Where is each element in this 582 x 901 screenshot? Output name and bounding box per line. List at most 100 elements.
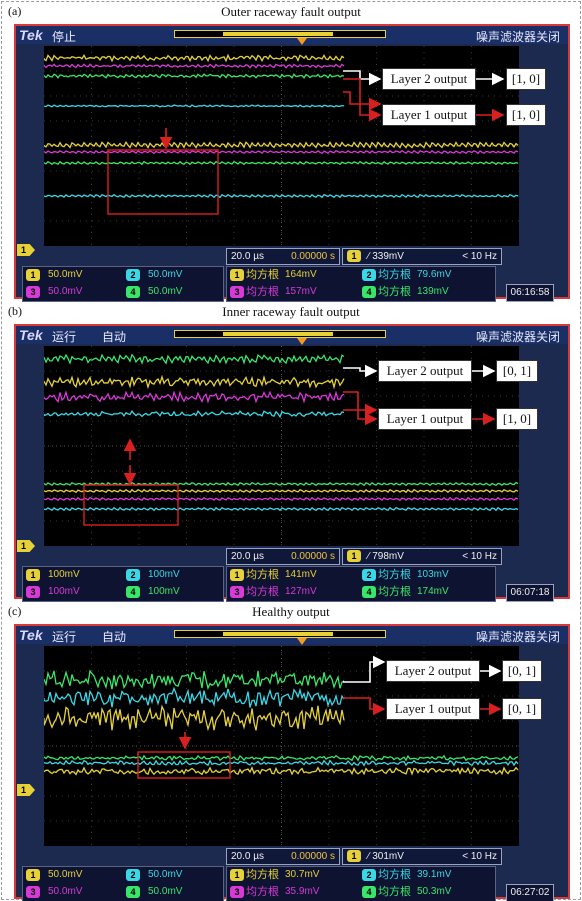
layer1-output-label: Layer 1 output: [386, 698, 480, 720]
waveform-trace: [44, 686, 345, 708]
channel-scale-value: 100mV: [148, 586, 180, 597]
trigger-position-icon: [297, 638, 307, 645]
channel-scale-value: 50.0mV: [148, 269, 183, 280]
channel-badge: 4: [362, 586, 376, 598]
waveform-trace: [44, 193, 519, 199]
measurement-value: 174mV: [417, 586, 449, 597]
noise-filter-status: 噪声滤波器关闭: [475, 630, 560, 644]
timebase-row: 20.0 µs 0.00000 s 1 ∕ 339mV < 10 Hz: [20, 248, 564, 266]
timebase-row: 20.0 µs 0.00000 s 1 ∕ 301mV < 10 Hz: [20, 848, 564, 866]
channel-badge: 2: [362, 269, 376, 281]
measurement-2: 2 均方根 103mV: [362, 567, 449, 583]
waveform-trace: [44, 353, 345, 365]
ground-marker-icon: 1: [17, 784, 35, 796]
channel-badge: 1: [26, 269, 40, 281]
measurement-label: 均方根: [246, 568, 279, 581]
run-state: 运行: [52, 330, 77, 344]
trigger-position: 0.00000 s: [291, 551, 335, 562]
measurement-label: 均方根: [246, 585, 279, 598]
measurement-label: 均方根: [246, 285, 279, 298]
waveform-trace: [44, 390, 345, 404]
measurement-value: 157mV: [285, 286, 317, 297]
run-state: 停止: [52, 30, 77, 44]
waveform-trace: [44, 669, 345, 690]
waveform-trace: [44, 754, 519, 762]
channel-scale-value: 50.0mV: [148, 286, 183, 297]
record-length-bar: [174, 630, 386, 638]
brand-logo: Tek: [19, 627, 43, 643]
channel-scale-1: 1 50.0mV: [26, 867, 82, 883]
measurement-4: 4 均方根 139mV: [362, 284, 449, 300]
waveform-trace: [44, 410, 345, 419]
measurement-label: 均方根: [378, 868, 411, 881]
channel-badge: 4: [126, 286, 140, 298]
channel-badge: 2: [362, 869, 376, 881]
trigger-frequency: < 10 Hz: [462, 851, 497, 862]
channel-badge: 1: [230, 569, 244, 581]
scope-top-bar: Tek 运行 自动 噪声滤波器关闭: [16, 626, 568, 645]
panel-c: (c) Healthy output Tek 运行 自动 噪声滤波器关闭 1 2…: [0, 600, 582, 901]
channel-badge: 2: [362, 569, 376, 581]
noise-filter-status: 噪声滤波器关闭: [475, 30, 560, 44]
channel-scale-2: 2 50.0mV: [126, 267, 182, 283]
channel-badge: 1: [230, 269, 244, 281]
run-mode: 自动: [102, 630, 127, 644]
oscilloscope-screen: Tek 运行 自动 噪声滤波器关闭 1 20.0 µs 0.00000 s 1 …: [14, 324, 570, 602]
waveform-trace: [44, 141, 519, 149]
trigger-frequency: < 10 Hz: [462, 251, 497, 262]
trigger-level: ∕ 301mV: [367, 851, 404, 862]
layer2-output-label: Layer 2 output: [382, 68, 476, 90]
channel-badge: 2: [126, 269, 140, 281]
channel-badge: 4: [126, 586, 140, 598]
trigger-position-icon: [297, 38, 307, 45]
waveform-trace: [44, 160, 519, 166]
measurement-1: 1 均方根 141mV: [230, 567, 317, 583]
measurement-label: 均方根: [378, 585, 411, 598]
measurement-value: 103mV: [417, 569, 449, 580]
timebase-box: 20.0 µs 0.00000 s: [226, 848, 340, 865]
channel-badge: 3: [230, 286, 244, 298]
timebase-row: 20.0 µs 0.00000 s 1 ∕ 798mV < 10 Hz: [20, 548, 564, 566]
timebase-box: 20.0 µs 0.00000 s: [226, 248, 340, 265]
channel-scale-3: 3 50.0mV: [26, 284, 82, 300]
timebase: 20.0 µs: [231, 251, 265, 262]
channel-scale-4: 4 100mV: [126, 584, 180, 600]
measurement-label: 均方根: [378, 285, 411, 298]
channel-badge: 3: [26, 286, 40, 298]
layer2-output-label: Layer 2 output: [378, 360, 472, 382]
channel-scale-value: 50.0mV: [48, 886, 83, 897]
scope-top-bar: Tek 停止 噪声滤波器关闭: [16, 26, 568, 45]
trigger-box: 1 ∕ 301mV < 10 Hz: [342, 848, 502, 865]
channel-measurements: 1 50.0mV 2 50.0mV 3 50.0mV 4 50.0mV 1 均方根 30.7mV 2 均…: [22, 866, 562, 901]
panel-header: (b) Inner raceway fault output: [0, 300, 582, 322]
channel-badge: 4: [126, 886, 140, 898]
oscilloscope-screen: Tek 运行 自动 噪声滤波器关闭 1 20.0 µs 0.00000 s 1 …: [14, 624, 570, 901]
measurement-label: 均方根: [378, 568, 411, 581]
channel-scale-1: 1 100mV: [26, 567, 80, 583]
channel-scale-value: 50.0mV: [48, 286, 83, 297]
channel-scale-4: 4 50.0mV: [126, 884, 182, 900]
layer1-output-label: Layer 1 output: [382, 104, 476, 126]
channel-badge: 3: [26, 886, 40, 898]
panel-header: (a) Outer raceway fault output: [0, 0, 582, 22]
channel-measurements: 1 50.0mV 2 50.0mV 3 50.0mV 4 50.0mV 1 均方根 164mV 2 均方…: [22, 266, 562, 302]
clock: 06:27:02: [506, 884, 554, 901]
waveform-trace: [44, 488, 519, 494]
channel-scale-3: 3 50.0mV: [26, 884, 82, 900]
layer1-result: [1, 0]: [506, 104, 546, 126]
channel-scale-4: 4 50.0mV: [126, 284, 182, 300]
waveform-trace: [44, 104, 345, 108]
channel-badge: 3: [26, 586, 40, 598]
panel-b: (b) Inner raceway fault output Tek 运行 自动…: [0, 300, 582, 602]
channel-scale-2: 2 100mV: [126, 567, 180, 583]
measurement-value: 50.3mV: [417, 886, 452, 897]
channel-measurements: 1 100mV 2 100mV 3 100mV 4 100mV 1 均方根 141mV 2 均方根 103…: [22, 566, 562, 602]
channel-scale-value: 100mV: [148, 569, 180, 580]
layer2-result: [0, 1]: [502, 660, 542, 682]
waveform-trace: [44, 506, 519, 512]
panel-title: Healthy output: [252, 604, 330, 619]
trigger-level: ∕ 798mV: [367, 551, 404, 562]
measurement-3: 3 均方根 127mV: [230, 584, 317, 600]
brand-logo: Tek: [19, 327, 43, 343]
record-length-bar: [174, 330, 386, 338]
